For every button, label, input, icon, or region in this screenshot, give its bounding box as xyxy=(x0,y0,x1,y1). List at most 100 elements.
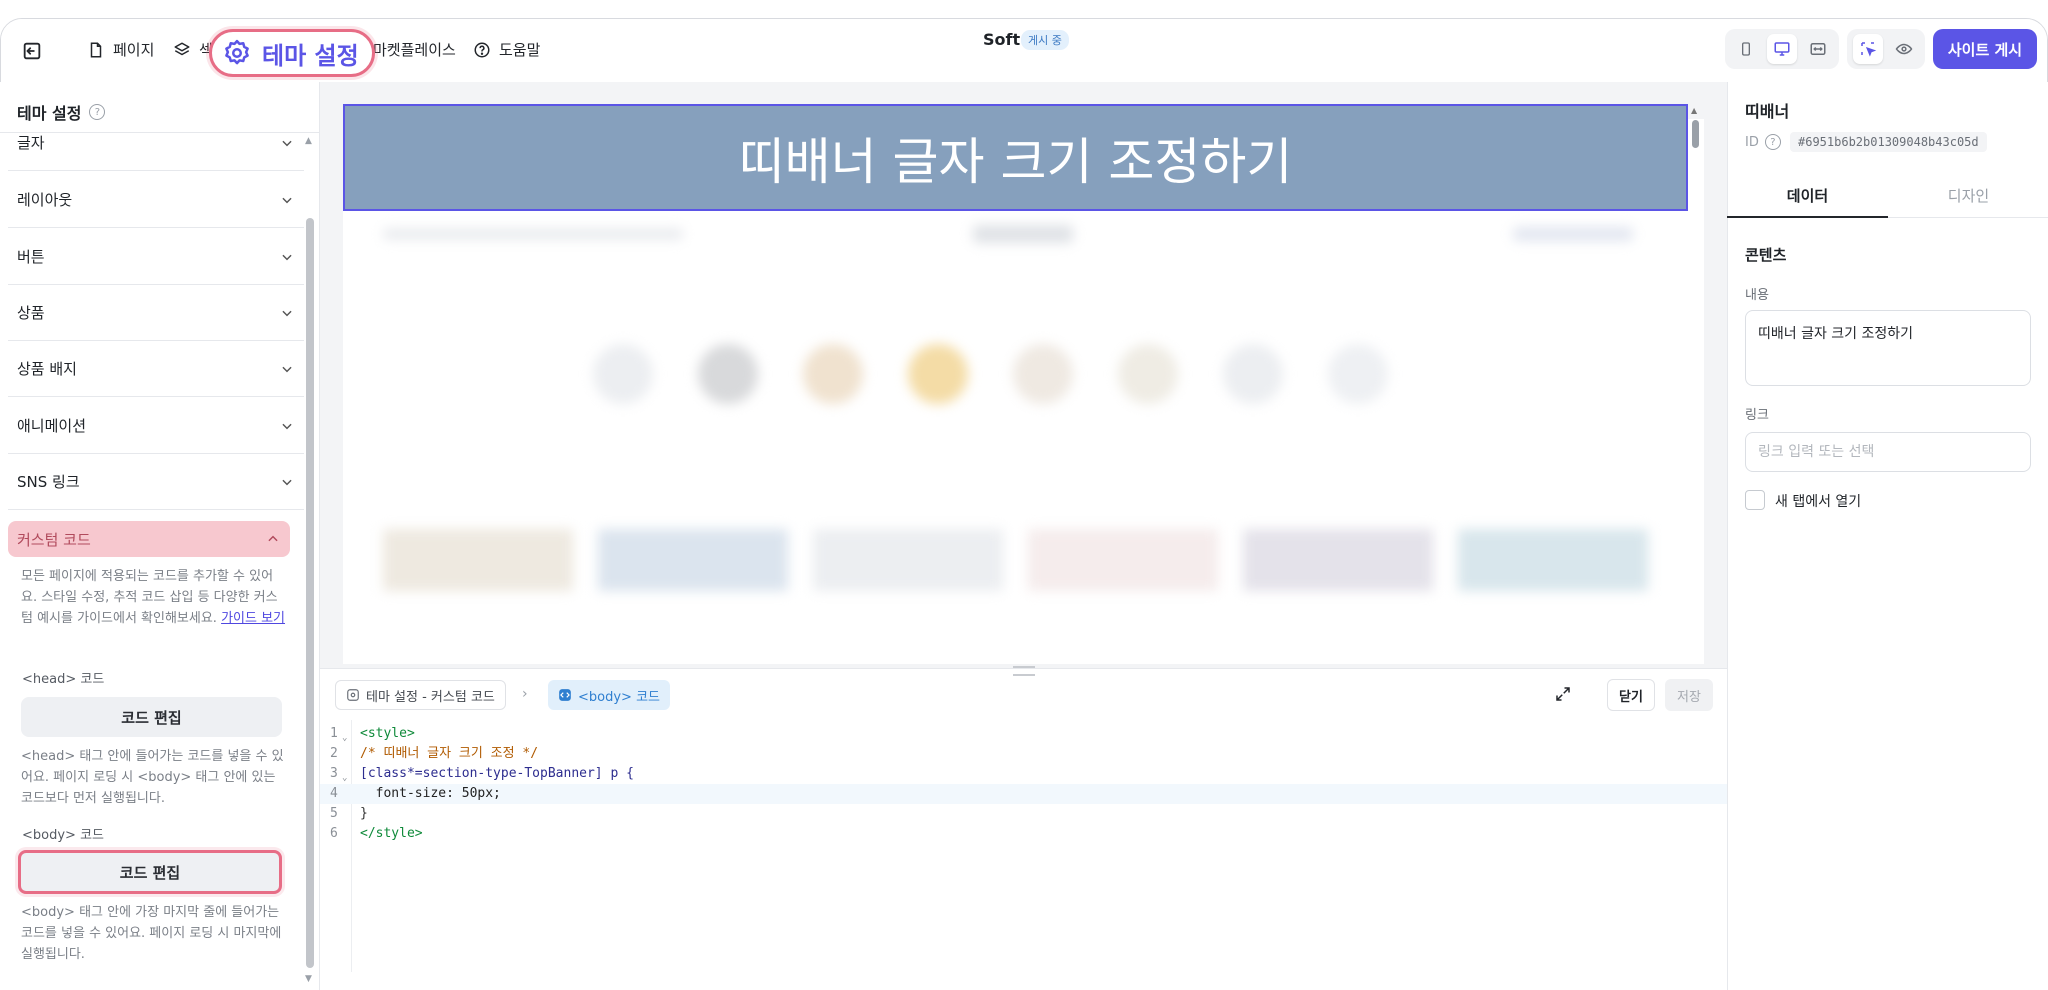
nav-pages[interactable]: 페이지 xyxy=(87,39,154,60)
code-text: <style> xyxy=(360,726,415,741)
theme-settings-button[interactable]: 테마 설정 xyxy=(209,29,375,77)
expand-icon[interactable] xyxy=(1554,685,1572,707)
nav-sections[interactable]: 섹 xyxy=(173,39,213,60)
head-code-description: <head> 태그 안에 들어가는 코드를 넣을 수 있어요. 페이지 로딩 시… xyxy=(21,749,284,806)
site-title: Soft xyxy=(983,30,1021,49)
id-label: ID ? xyxy=(1745,134,1781,150)
help-circle-icon[interactable]: ? xyxy=(1764,134,1781,150)
mobile-view-button[interactable] xyxy=(1731,34,1761,64)
accordion-label: 애니메이션 xyxy=(17,417,87,435)
mode-toggle-group xyxy=(1847,29,1925,69)
page-icon xyxy=(87,41,105,59)
nav-pages-label: 페이지 xyxy=(113,41,155,59)
line-number: 5 xyxy=(330,806,338,821)
code-line[interactable]: 3 ⌄ [class*=section-type-TopBanner] p { xyxy=(320,764,1727,784)
sidebar-scrollbar[interactable] xyxy=(306,218,314,968)
link-input[interactable] xyxy=(1745,432,2031,472)
help-icon xyxy=(473,41,491,59)
code-line[interactable]: 2 /* 띠배너 글자 크기 조정 */ xyxy=(320,744,1727,764)
gear-icon xyxy=(346,688,360,702)
new-tab-checkbox[interactable] xyxy=(1745,490,1765,510)
breadcrumb-theme-custom-code[interactable]: 테마 설정 - 커스텀 코드 xyxy=(335,680,506,710)
chevron-up-icon xyxy=(266,532,280,546)
line-number: 4 xyxy=(330,786,338,801)
theme-settings-label: 테마 설정 xyxy=(262,41,359,70)
accordion-label: 레이아웃 xyxy=(17,191,73,209)
desktop-view-button[interactable] xyxy=(1767,34,1797,64)
accordion-product-badge[interactable]: 상품 배지 xyxy=(8,341,304,397)
close-editor-button[interactable]: 닫기 xyxy=(1607,679,1655,711)
code-text: /* 띠배너 글자 크기 조정 */ xyxy=(360,746,539,761)
resize-handle[interactable] xyxy=(1013,666,1035,676)
publish-site-button[interactable]: 사이트 게시 xyxy=(1933,29,2037,69)
preview-mode-button[interactable] xyxy=(1889,34,1919,64)
code-text: font-size: 50px; xyxy=(360,786,501,801)
chevron-down-icon xyxy=(280,250,294,264)
guide-link[interactable]: 가이드 보기 xyxy=(221,611,285,626)
chevron-down-icon xyxy=(280,136,294,150)
preview-scrollbar[interactable]: ▲ xyxy=(1689,106,1701,662)
accordion-custom-code[interactable]: 커스텀 코드 xyxy=(8,521,290,557)
desktop-icon xyxy=(1773,40,1791,58)
accordion-product[interactable]: 상품 xyxy=(8,285,304,341)
head-code-edit-button[interactable]: 코드 편집 xyxy=(21,697,282,737)
line-number: 6 xyxy=(330,826,338,841)
code-line[interactable]: 1 ⌄ <style> xyxy=(320,724,1727,744)
tab-data[interactable]: 데이터 xyxy=(1727,174,1888,218)
accordion-layout[interactable]: 레이아웃 xyxy=(8,172,304,228)
scroll-down-arrow[interactable]: ▼ xyxy=(305,974,312,984)
accordion-typography[interactable]: 글자 xyxy=(8,115,304,171)
new-tab-label: 새 탭에서 열기 xyxy=(1775,494,1862,510)
nav-marketplace[interactable]: 마켓플레이스 xyxy=(373,39,456,60)
custom-code-description: 모든 페이지에 적용되는 코드를 추가할 수 있어요. 스타일 수정, 추적 코… xyxy=(21,566,285,629)
nav-help-label: 도움말 xyxy=(499,41,541,59)
exit-icon xyxy=(21,40,43,62)
section-title: 띠배너 xyxy=(1745,102,1790,121)
save-code-button[interactable]: 저장 xyxy=(1665,679,1713,711)
body-code-edit-button[interactable]: 코드 편집 xyxy=(18,850,282,894)
content-section-title: 콘텐츠 xyxy=(1745,246,1787,264)
scroll-up-arrow[interactable]: ▲ xyxy=(305,136,312,146)
section-id-value[interactable]: #6951b6b2b01309048b43c05d xyxy=(1790,132,1987,152)
code-line[interactable]: 5 } xyxy=(320,804,1727,824)
breadcrumb-label: <body> 코드 xyxy=(578,689,660,705)
code-line-active[interactable]: 4 font-size: 50px; xyxy=(320,784,1727,804)
accordion-label: 상품 xyxy=(17,304,45,322)
body-code-description: <body> 태그 안에 가장 마지막 줄에 들어가는 코드를 넣을 수 있어요… xyxy=(21,905,282,962)
status-badge: 게시 중 xyxy=(1021,30,1069,50)
accordion-button[interactable]: 버튼 xyxy=(8,229,304,285)
exit-button[interactable] xyxy=(21,39,45,63)
fit-view-button[interactable] xyxy=(1803,34,1833,64)
head-code-label: <head> 코드 xyxy=(22,672,105,687)
top-header: 페이지 섹 마켓플레이스 도움말 테마 설정 Soft 게시 중 사이트 게시 xyxy=(1,19,2047,83)
select-mode-button[interactable] xyxy=(1853,34,1883,64)
accordion-label: 상품 배지 xyxy=(17,360,77,378)
nav-marketplace-label: 마켓플레이스 xyxy=(373,41,456,59)
accordion-label: SNS 링크 xyxy=(17,473,80,491)
fit-width-icon xyxy=(1809,40,1827,58)
breadcrumb-label: 테마 설정 - 커스텀 코드 xyxy=(366,689,495,705)
properties-panel xyxy=(1727,82,2048,990)
breadcrumb-body-code[interactable]: <body> 코드 xyxy=(548,680,670,710)
content-textarea[interactable]: 띠배너 글자 크기 조정하기 xyxy=(1745,310,2031,386)
code-text: </style> xyxy=(360,826,423,841)
body-code-label: <body> 코드 xyxy=(22,828,104,843)
cursor-select-icon xyxy=(1859,40,1877,58)
line-number: 2 xyxy=(330,746,338,761)
id-label-text: ID xyxy=(1745,134,1759,150)
accordion-animation[interactable]: 애니메이션 xyxy=(8,398,304,454)
chevron-down-icon xyxy=(280,193,294,207)
device-toggle-group xyxy=(1725,29,1839,69)
code-text: } xyxy=(360,806,368,821)
accordion-label: 커스텀 코드 xyxy=(17,530,91,549)
gear-icon xyxy=(222,38,252,68)
top-banner-section[interactable]: 띠배너 글자 크기 조정하기 xyxy=(343,104,1688,211)
accordion-sns-link[interactable]: SNS 링크 xyxy=(8,454,304,510)
chevron-down-icon xyxy=(280,306,294,320)
nav-help[interactable]: 도움말 xyxy=(473,39,540,60)
tab-design[interactable]: 디자인 xyxy=(1888,174,2048,218)
chevron-down-icon xyxy=(280,475,294,489)
code-line[interactable]: 6 </style> xyxy=(320,824,1727,844)
code-text: [class*=section-type-TopBanner] p { xyxy=(360,766,634,781)
chevron-down-icon xyxy=(280,419,294,433)
